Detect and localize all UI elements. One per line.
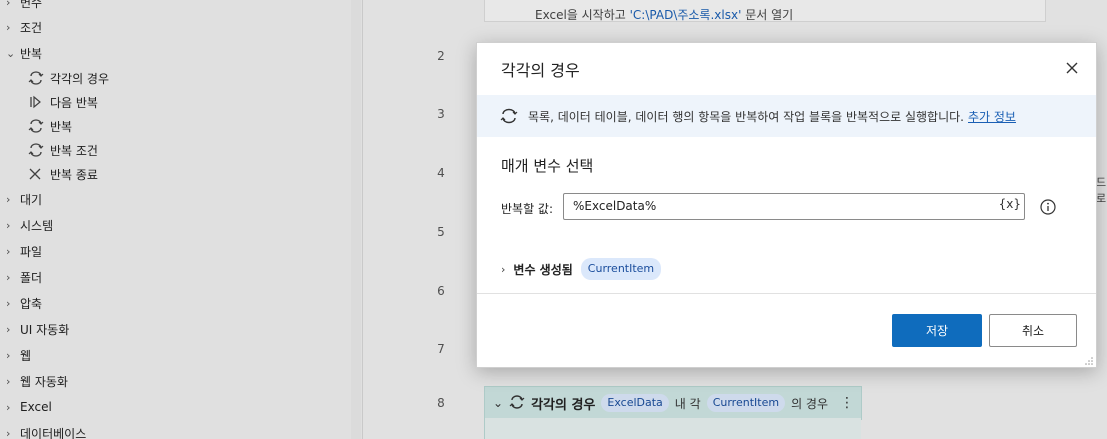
variables-produced-label: 변수 생성됨 [513,262,573,277]
field-label: 반복할 값: [501,202,554,216]
loop-icon [500,108,518,124]
for-each-dialog: 각각의 경우 목록, 데이터 테이블, 데이터 행의 항목을 반복하여 작업 블… [476,42,1097,368]
close-icon [1066,62,1078,74]
info-icon[interactable] [1040,199,1056,215]
more-info-link[interactable]: 추가 정보 [968,108,1016,125]
info-bar: 목록, 데이터 테이블, 데이터 행의 항목을 반복하여 작업 블록을 반복적으… [477,95,1096,137]
value-to-iterate-input[interactable]: %ExcelData% {x} [563,193,1025,220]
variable-picker-button[interactable]: {x} [999,197,1021,211]
chevron-right-icon: › [501,262,506,276]
info-text: 목록, 데이터 테이블, 데이터 행의 항목을 반복하여 작업 블록을 반복적으… [528,109,964,124]
save-button[interactable]: 저장 [892,314,982,347]
resize-grip-icon[interactable] [1084,355,1094,365]
cancel-button[interactable]: 취소 [989,314,1077,347]
dialog-title: 각각의 경우 [501,61,580,80]
section-title: 매개 변수 선택 [501,157,594,175]
produced-variable-chip[interactable]: CurrentItem [580,258,662,280]
close-button[interactable] [1061,57,1083,79]
dialog-divider [477,293,1096,294]
variables-produced-toggle[interactable]: › 변수 생성됨 CurrentItem [501,258,662,280]
input-value: %ExcelData% [573,199,657,213]
